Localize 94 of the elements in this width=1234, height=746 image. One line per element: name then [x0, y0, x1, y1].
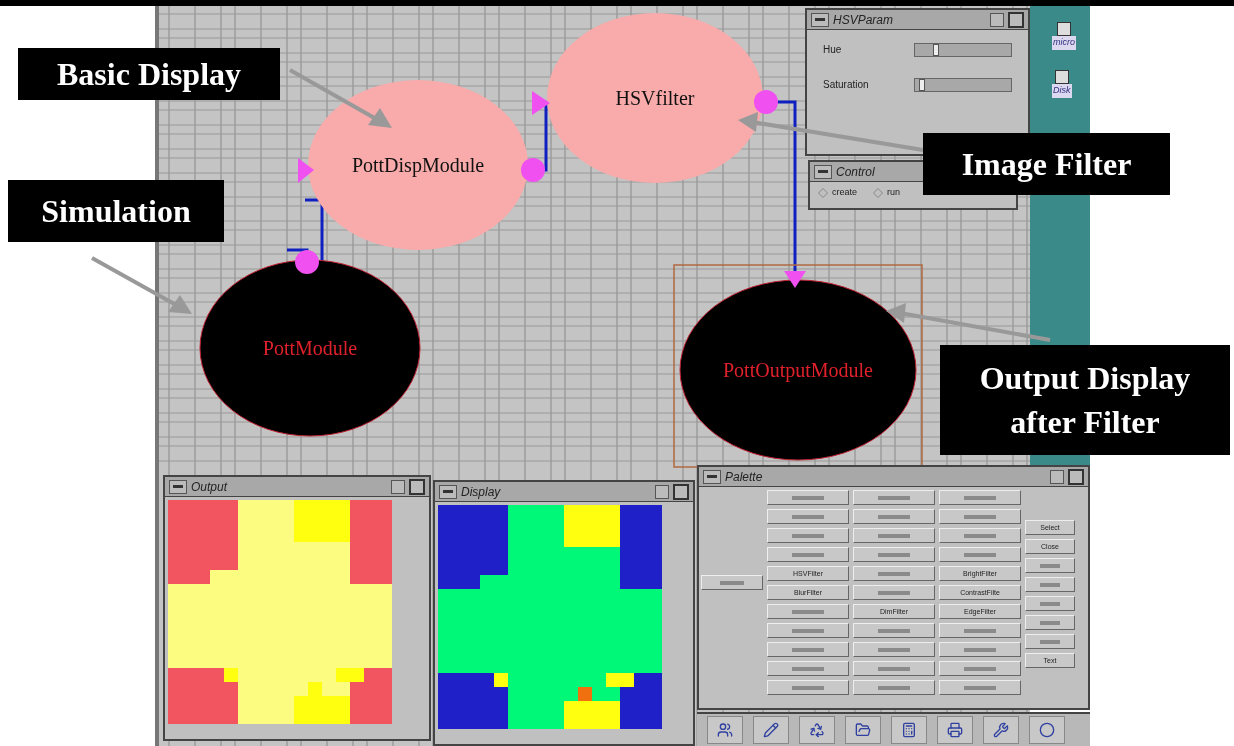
- maximize-button[interactable]: [1068, 468, 1084, 485]
- palette-button[interactable]: [853, 528, 935, 543]
- window-menu-button[interactable]: [814, 164, 832, 179]
- printer-icon: [947, 722, 963, 738]
- window-menu-button[interactable]: [439, 484, 457, 499]
- minimize-button[interactable]: [990, 12, 1004, 27]
- desktop-icon-label[interactable]: micro: [1052, 36, 1076, 50]
- palette-button[interactable]: [853, 509, 935, 524]
- window-title: Output: [191, 478, 229, 496]
- palette-button[interactable]: [853, 547, 935, 562]
- palette-button[interactable]: [701, 575, 763, 590]
- palette-button[interactable]: [939, 642, 1021, 657]
- palette-button[interactable]: [853, 661, 935, 676]
- callout-label: Simulation: [8, 180, 224, 242]
- module-node[interactable]: [308, 80, 528, 250]
- palette-button[interactable]: [939, 623, 1021, 638]
- maximize-button[interactable]: [409, 478, 425, 495]
- desktop-icon-label[interactable]: Disk: [1052, 84, 1072, 98]
- calculator-icon: [901, 722, 917, 738]
- recycle-icon: [809, 722, 825, 738]
- window-title: HSVParam: [833, 11, 895, 29]
- window-title: Palette: [725, 468, 764, 486]
- palette-button[interactable]: [767, 604, 849, 619]
- palette-button[interactable]: [939, 680, 1021, 695]
- callout-label: Output Display after Filter: [940, 345, 1230, 455]
- toolbar-button[interactable]: [707, 716, 743, 744]
- palette-button[interactable]: [939, 509, 1021, 524]
- users-icon: [717, 722, 733, 738]
- palette-button[interactable]: [1025, 596, 1075, 611]
- toolbar-button[interactable]: [845, 716, 881, 744]
- palette-button[interactable]: [767, 623, 849, 638]
- port-icon[interactable]: [295, 250, 319, 274]
- palette-button[interactable]: [939, 661, 1021, 676]
- palette-button[interactable]: [853, 585, 935, 600]
- radio-label: run: [887, 186, 901, 199]
- slider[interactable]: [914, 42, 1012, 57]
- minimize-button[interactable]: [655, 484, 669, 499]
- slider-thumb[interactable]: [918, 78, 925, 91]
- minimize-button[interactable]: [1050, 469, 1064, 484]
- node-label: PottOutputModule: [723, 359, 873, 381]
- palette-button[interactable]: [767, 490, 849, 505]
- palette-button[interactable]: [853, 566, 935, 581]
- folder-icon: [855, 722, 871, 738]
- slider-label: Hue: [823, 43, 842, 57]
- slider[interactable]: [914, 77, 1012, 92]
- node-label: PottModule: [262, 337, 358, 359]
- maximize-button[interactable]: [673, 483, 689, 500]
- palette-button[interactable]: [1025, 615, 1075, 630]
- window-menu-button[interactable]: [703, 469, 721, 484]
- palette-button[interactable]: [767, 642, 849, 657]
- window-title: Display: [461, 483, 502, 501]
- module-node[interactable]: [547, 13, 763, 183]
- palette-button[interactable]: [1025, 634, 1075, 649]
- maximize-button[interactable]: [1008, 11, 1024, 28]
- radio-label: create: [832, 186, 857, 199]
- palette-button[interactable]: [853, 490, 935, 505]
- toolbar-button[interactable]: [1029, 716, 1065, 744]
- radio-button[interactable]: [873, 187, 883, 198]
- palette-button[interactable]: [767, 547, 849, 562]
- slider-thumb[interactable]: [933, 43, 939, 56]
- port-icon[interactable]: [532, 91, 550, 115]
- palette-button[interactable]: [853, 680, 935, 695]
- computer-icon[interactable]: [1057, 22, 1071, 36]
- window-menu-button[interactable]: [811, 12, 829, 27]
- toolbar-button[interactable]: [937, 716, 973, 744]
- palette-button[interactable]: [767, 661, 849, 676]
- palette-button[interactable]: [853, 642, 935, 657]
- palette-button[interactable]: [939, 528, 1021, 543]
- palette-button[interactable]: [939, 547, 1021, 562]
- toolbar-button[interactable]: [983, 716, 1019, 744]
- palette-button[interactable]: [853, 623, 935, 638]
- callout-label: Basic Display: [18, 48, 280, 100]
- module-node[interactable]: [199, 259, 421, 437]
- palette-button[interactable]: [1025, 577, 1075, 592]
- circle-icon: [1039, 722, 1055, 738]
- toolbar-button[interactable]: [891, 716, 927, 744]
- palette-button[interactable]: [939, 490, 1021, 505]
- palette-button[interactable]: [1025, 558, 1075, 573]
- pencil-icon: [763, 722, 779, 738]
- node-label: PottDispModule: [351, 154, 485, 176]
- callout-label: Image Filter: [923, 133, 1170, 195]
- minimize-button[interactable]: [391, 479, 405, 494]
- window-menu-button[interactable]: [169, 479, 187, 494]
- port-icon[interactable]: [784, 271, 806, 288]
- radio-button[interactable]: [818, 187, 828, 198]
- module-node[interactable]: [679, 279, 917, 461]
- palette-button[interactable]: [767, 509, 849, 524]
- palette-button[interactable]: [767, 528, 849, 543]
- toolbar-button[interactable]: [753, 716, 789, 744]
- node-label: HSVfilter: [615, 87, 695, 109]
- wrench-icon: [993, 722, 1009, 738]
- slider-label: Saturation: [823, 78, 869, 92]
- toolbar-button[interactable]: [799, 716, 835, 744]
- palette-button[interactable]: [767, 680, 849, 695]
